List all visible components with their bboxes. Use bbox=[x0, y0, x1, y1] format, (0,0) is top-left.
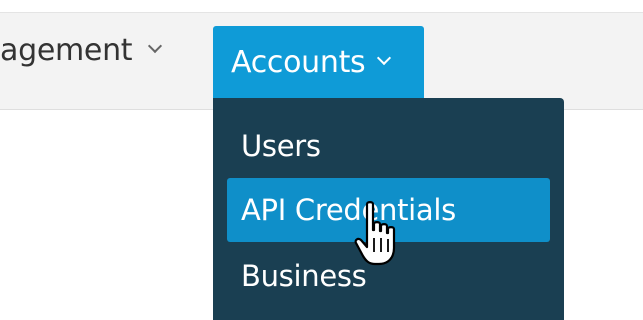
nav-item-accounts[interactable]: Accounts bbox=[213, 26, 424, 98]
menu-item-label: API Credentials bbox=[241, 193, 456, 227]
nav-item-accounts-label: Accounts bbox=[231, 44, 366, 80]
menu-item-users[interactable]: Users bbox=[227, 114, 550, 178]
nav-item-management-label: agement bbox=[0, 32, 133, 68]
hand-pointer-cursor-icon bbox=[354, 201, 396, 266]
chevron-down-icon bbox=[377, 50, 392, 66]
menu-item-label: Users bbox=[241, 129, 321, 163]
menu-item-label: Business bbox=[241, 259, 367, 293]
nav-item-management[interactable]: agement bbox=[0, 30, 163, 70]
chevron-down-icon bbox=[148, 38, 163, 54]
